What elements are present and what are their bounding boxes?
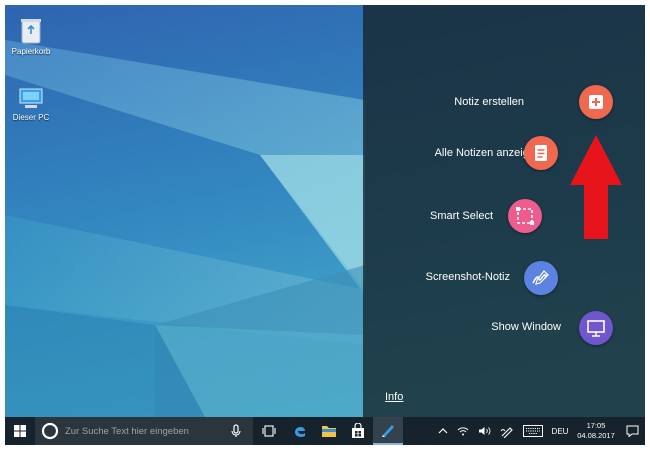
cortana-circle-icon (41, 422, 59, 440)
store-icon (352, 423, 364, 438)
volume-button[interactable] (473, 417, 495, 445)
volume-icon (478, 427, 490, 435)
desktop-screen: Papierkorb Dieser PC Notiz erstellen All… (5, 5, 645, 445)
clock-time: 17:05 (586, 421, 606, 430)
windows-start-icon (14, 425, 26, 437)
desktop-icon-recycle-bin[interactable]: Papierkorb (5, 15, 57, 56)
screen-write-icon (524, 261, 558, 295)
show-window-icon (579, 311, 613, 345)
this-pc-icon (19, 88, 43, 108)
task-view-button[interactable] (253, 417, 285, 445)
task-view-icon (262, 425, 276, 437)
chevron-up-icon (438, 428, 448, 434)
menu-label-screenshot-note[interactable]: Screenshot-Notiz (426, 271, 510, 283)
taskbar: Zur Suche Text hier eingeben DEU 17:05 0… (5, 417, 645, 445)
add-note-icon (579, 85, 613, 119)
start-button[interactable] (5, 417, 35, 445)
file-explorer-icon (322, 426, 336, 437)
file-explorer-button[interactable] (315, 417, 343, 445)
info-link[interactable]: Info (385, 391, 403, 403)
clock: 17:05 04.08.2017 (576, 421, 616, 441)
create-note-button[interactable] (579, 85, 613, 119)
taskbar-search-box[interactable]: Zur Suche Text hier eingeben (35, 417, 253, 445)
touch-keyboard-icon (523, 425, 543, 437)
pen-app-icon (382, 425, 394, 437)
desktop-icon-this-pc[interactable]: Dieser PC (5, 87, 57, 122)
action-center-button[interactable] (619, 417, 645, 445)
wifi-icon (457, 427, 469, 436)
menu-label-show-window[interactable]: Show Window (491, 321, 561, 333)
show-window-button[interactable] (579, 311, 613, 345)
search-placeholder: Zur Suche Text hier eingeben (65, 425, 189, 437)
edge-button[interactable] (285, 417, 315, 445)
clock-date: 04.08.2017 (577, 431, 615, 440)
pen-workspace-icon (500, 427, 513, 438)
menu-label-smart-select[interactable]: Smart Select (430, 210, 493, 222)
desktop-icon-label: Papierkorb (11, 47, 51, 56)
input-language-label: DEU (551, 426, 569, 436)
smart-select-button[interactable] (508, 199, 542, 233)
all-notes-button[interactable] (524, 136, 558, 170)
network-button[interactable] (453, 417, 473, 445)
microphone-icon[interactable] (229, 423, 243, 439)
pen-app-button[interactable] (373, 417, 403, 445)
pen-workspace-button[interactable] (495, 417, 519, 445)
red-up-arrow-icon (570, 135, 622, 239)
desktop-icon-label: Dieser PC (12, 113, 50, 122)
smart-select-icon (508, 199, 542, 233)
input-language-button[interactable]: DEU (547, 417, 573, 445)
tray-overflow-button[interactable] (433, 417, 453, 445)
menu-label-create-note[interactable]: Notiz erstellen (454, 96, 524, 108)
action-center-icon (626, 425, 638, 437)
store-button[interactable] (343, 417, 373, 445)
clock-button[interactable]: 17:05 04.08.2017 (573, 417, 619, 445)
touch-keyboard-button[interactable] (519, 417, 547, 445)
screenshot-note-button[interactable] (524, 261, 558, 295)
notes-list-icon (524, 136, 558, 170)
edge-icon (295, 426, 305, 437)
recycle-bin-icon (21, 19, 41, 44)
